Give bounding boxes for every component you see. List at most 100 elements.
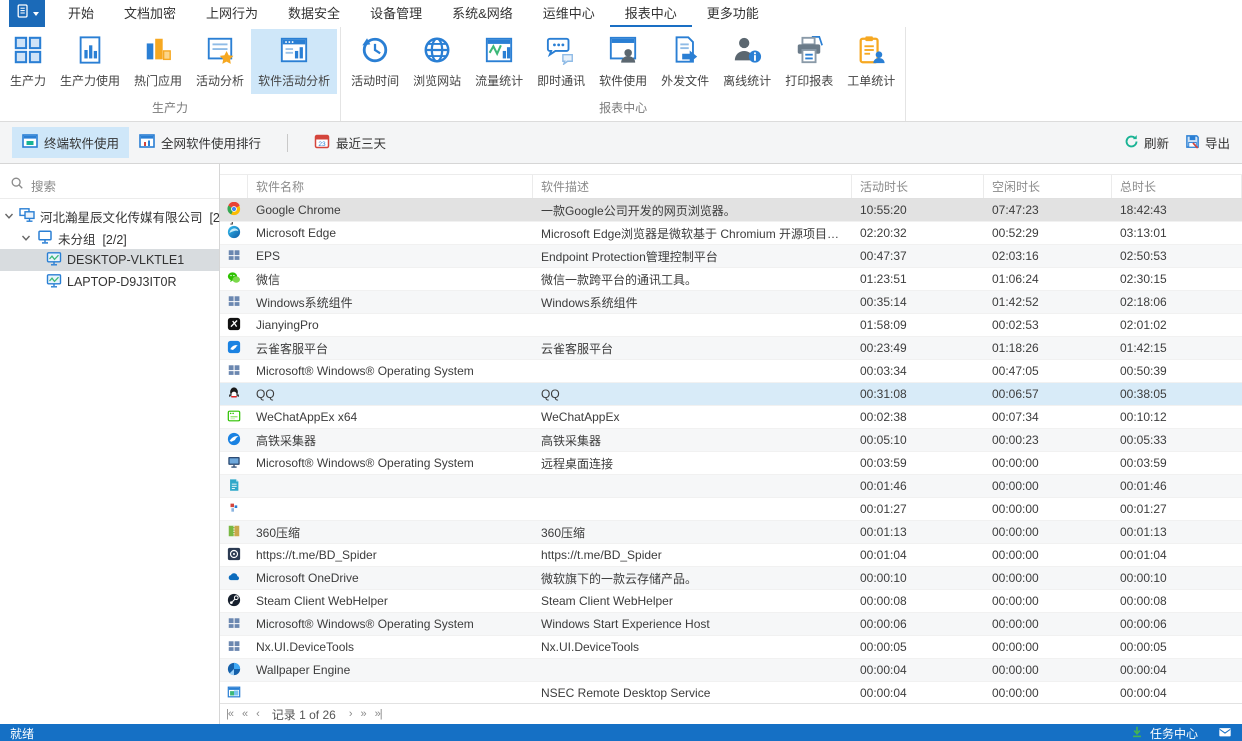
software-desc: 云雀客服平台: [533, 340, 852, 357]
menu-item-8[interactable]: 更多功能: [692, 0, 774, 27]
onedrive-icon: [227, 570, 241, 587]
table-row[interactable]: 高铁采集器高铁采集器00:05:1000:00:2300:05:33: [220, 429, 1242, 452]
software-desc: QQ: [533, 387, 852, 401]
view-tab-strip: 终端软件使用全网软件使用排行 23最近三天 刷新导出: [0, 122, 1242, 164]
tree-node-0[interactable]: 河北瀚星辰文化传媒有限公司 [2/2]: [0, 205, 219, 227]
idle-duration: 01:42:52: [984, 295, 1112, 309]
chevron-down-icon[interactable]: [20, 233, 32, 243]
ribbon-item-1-5[interactable]: 外发文件: [654, 29, 716, 94]
software-name: Microsoft® Windows® Operating System: [248, 456, 533, 470]
menu-item-0[interactable]: 开始: [53, 0, 109, 27]
ribbon-item-1-1[interactable]: 浏览网站: [406, 29, 468, 94]
total-duration: 00:00:08: [1112, 594, 1242, 608]
column-header-icon[interactable]: [220, 175, 248, 198]
tree-node-2[interactable]: DESKTOP-VLKTLE1: [0, 249, 219, 271]
app-menu-button[interactable]: [9, 0, 45, 27]
ribbon-item-1-8[interactable]: 工单统计: [840, 29, 902, 94]
table-row[interactable]: 360压缩360压缩00:01:1300:00:0000:01:13: [220, 521, 1242, 544]
column-header-3[interactable]: 空闲时长: [984, 175, 1112, 198]
terminal-tree: 河北瀚星辰文化传媒有限公司 [2/2]未分组 [2/2]DESKTOP-VLKT…: [0, 199, 219, 293]
prev-fast-button[interactable]: «: [242, 708, 247, 720]
tab-2[interactable]: 23最近三天: [304, 127, 396, 158]
table-row[interactable]: Wallpaper Engine00:00:0400:00:0000:00:04: [220, 659, 1242, 682]
ribbon-item-0-2[interactable]: 热门应用: [127, 29, 189, 94]
tree-node-1[interactable]: 未分组 [2/2]: [0, 227, 219, 249]
ribbon-item-1-0[interactable]: 活动时间: [344, 29, 406, 94]
table-row[interactable]: WeChatAppEx x64WeChatAppEx00:02:3800:07:…: [220, 406, 1242, 429]
software-icon: [220, 248, 248, 265]
ribbon-item-1-7[interactable]: 打印报表: [778, 29, 840, 94]
menu-item-5[interactable]: 系统&网络: [437, 0, 528, 27]
column-header-2[interactable]: 活动时长: [852, 175, 984, 198]
menu-item-3[interactable]: 数据安全: [273, 0, 355, 27]
tab-0[interactable]: 终端软件使用: [12, 127, 129, 158]
table-row[interactable]: Microsoft® Windows® Operating SystemWind…: [220, 613, 1242, 636]
table-row[interactable]: https://t.me/BD_Spiderhttps://t.me/BD_Sp…: [220, 544, 1242, 567]
terminal-icon: [46, 273, 62, 292]
tab-separator: [287, 134, 288, 152]
export-button[interactable]: 导出: [1185, 133, 1230, 152]
active-duration: 00:00:10: [852, 571, 984, 585]
tree-node-3[interactable]: LAPTOP-D9J3IT0R: [0, 271, 219, 293]
next-page-button[interactable]: ›: [349, 708, 352, 720]
ribbon-item-1-3[interactable]: 即时通讯: [530, 29, 592, 94]
software-name: Microsoft® Windows® Operating System: [248, 617, 533, 631]
chevron-down-icon[interactable]: [4, 211, 14, 221]
main-menu: 开始文档加密上网行为数据安全设备管理系统&网络运维中心报表中心更多功能: [53, 0, 774, 27]
table-row[interactable]: EPSEndpoint Protection管理控制平台00:47:3702:0…: [220, 245, 1242, 268]
task-center-link[interactable]: 任务中心: [1150, 725, 1198, 741]
next-fast-button[interactable]: »: [361, 708, 366, 720]
software-icon: [220, 225, 248, 242]
table-row[interactable]: QQQQ00:31:0800:06:5700:38:05: [220, 383, 1242, 406]
software-desc: 360压缩: [533, 524, 852, 541]
ribbon-item-0-1[interactable]: 生产力使用: [53, 29, 127, 94]
search-input[interactable]: 搜索: [0, 172, 219, 199]
table-row[interactable]: Microsoft® Windows® Operating System00:0…: [220, 360, 1242, 383]
ribbon-item-1-2[interactable]: 流量统计: [468, 29, 530, 94]
ribbon-item-0-0[interactable]: 生产力: [3, 29, 53, 94]
table-row[interactable]: Microsoft EdgeMicrosoft Edge浏览器是微软基于 Chr…: [220, 222, 1242, 245]
software-name: Microsoft OneDrive: [248, 571, 533, 585]
software-name: Steam Client WebHelper: [248, 594, 533, 608]
menu-item-7[interactable]: 报表中心: [610, 0, 692, 27]
prev-page-button[interactable]: ‹: [256, 708, 259, 720]
menu-item-2[interactable]: 上网行为: [191, 0, 273, 27]
mail-icon[interactable]: [1218, 725, 1232, 741]
menu-item-6[interactable]: 运维中心: [528, 0, 610, 27]
table-row[interactable]: Windows系统组件Windows系统组件00:35:1401:42:5202…: [220, 291, 1242, 314]
idle-duration: 00:00:00: [984, 663, 1112, 677]
software-name: Google Chrome: [248, 203, 533, 217]
table-row[interactable]: NSEC Remote Desktop Service00:00:0400:00…: [220, 682, 1242, 703]
column-header-4[interactable]: 总时长: [1112, 175, 1242, 198]
menu-item-1[interactable]: 文档加密: [109, 0, 191, 27]
ribbon-item-1-6[interactable]: 离线统计: [716, 29, 778, 94]
table-row[interactable]: 云雀客服平台云雀客服平台00:23:4901:18:2601:42:15: [220, 337, 1242, 360]
software-desc: Windows Start Experience Host: [533, 617, 852, 631]
table-row[interactable]: Nx.UI.DeviceToolsNx.UI.DeviceTools00:00:…: [220, 636, 1242, 659]
first-page-button[interactable]: |«: [226, 708, 233, 720]
table-row[interactable]: JianyingPro01:58:0900:02:5302:01:02: [220, 314, 1242, 337]
refresh-button[interactable]: 刷新: [1124, 133, 1169, 152]
table-row[interactable]: Google Chrome一款Google公司开发的网页浏览器。10:55:20…: [220, 199, 1242, 222]
table-row[interactable]: 00:01:2700:00:0000:01:27: [220, 498, 1242, 521]
software-desc: NSEC Remote Desktop Service: [533, 686, 852, 700]
column-header-1[interactable]: 软件描述: [533, 175, 852, 198]
software-icon: [220, 570, 248, 587]
ribbon-item-0-3[interactable]: 活动分析: [189, 29, 251, 94]
refresh-icon: [1124, 134, 1139, 152]
ribbon-item-1-4[interactable]: 软件使用: [592, 29, 654, 94]
table-row[interactable]: Steam Client WebHelperSteam Client WebHe…: [220, 590, 1242, 613]
total-duration: 00:00:06: [1112, 617, 1242, 631]
software-icon: [220, 616, 248, 633]
ribbon-item-0-4[interactable]: 软件活动分析: [251, 29, 337, 94]
table-row[interactable]: 微信微信一款跨平台的通讯工具。01:23:5101:06:2402:30:15: [220, 268, 1242, 291]
last-page-button[interactable]: »|: [375, 708, 382, 720]
table-row[interactable]: Microsoft OneDrive微软旗下的一款云存储产品。00:00:100…: [220, 567, 1242, 590]
active-duration: 10:55:20: [852, 203, 984, 217]
tab-1[interactable]: 全网软件使用排行: [129, 127, 271, 158]
menu-item-4[interactable]: 设备管理: [355, 0, 437, 27]
hotbars-icon: [143, 35, 173, 68]
table-row[interactable]: Microsoft® Windows® Operating System远程桌面…: [220, 452, 1242, 475]
column-header-0[interactable]: 软件名称: [248, 175, 533, 198]
table-row[interactable]: 00:01:4600:00:0000:01:46: [220, 475, 1242, 498]
